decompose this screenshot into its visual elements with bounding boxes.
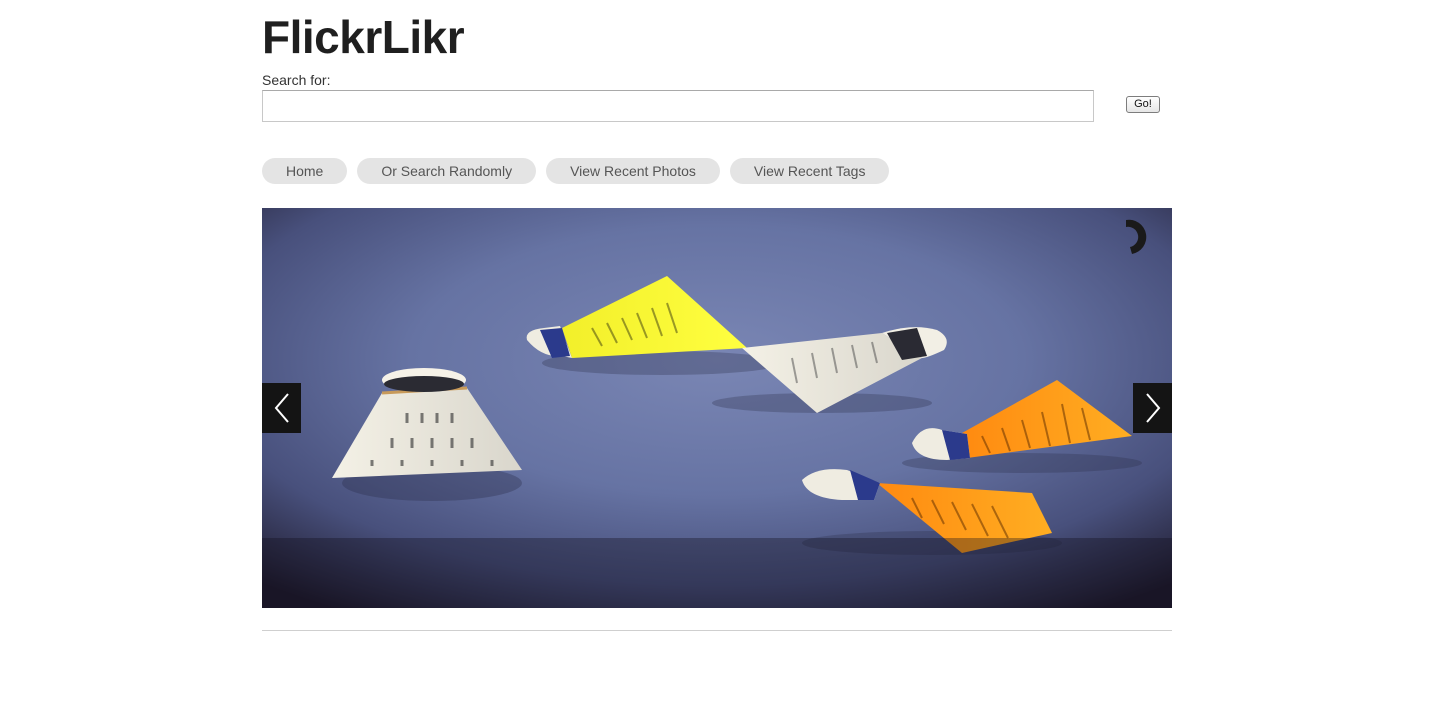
site-title[interactable]: FlickrLikr [262,12,465,62]
search-label: Search for: [262,72,331,88]
nav-bar: Home Or Search Randomly View Recent Phot… [262,158,890,184]
slider-prev-button[interactable] [262,383,301,433]
chevron-right-icon [1145,393,1160,423]
nav-home-button[interactable]: Home [262,158,348,184]
photo-slider[interactable] [262,208,1172,608]
chevron-left-icon [274,393,289,423]
shuttlecocks-photo [262,208,1172,608]
slider-next-button[interactable] [1133,383,1172,433]
go-button[interactable]: Go! [1126,96,1160,113]
content-divider [262,630,1172,631]
nav-recent-photos-button[interactable]: View Recent Photos [546,158,720,184]
nav-search-randomly-button[interactable]: Or Search Randomly [357,158,537,184]
nav-recent-tags-button[interactable]: View Recent Tags [729,158,890,184]
loading-spinner-icon [1114,218,1150,256]
search-input[interactable] [262,90,1094,122]
